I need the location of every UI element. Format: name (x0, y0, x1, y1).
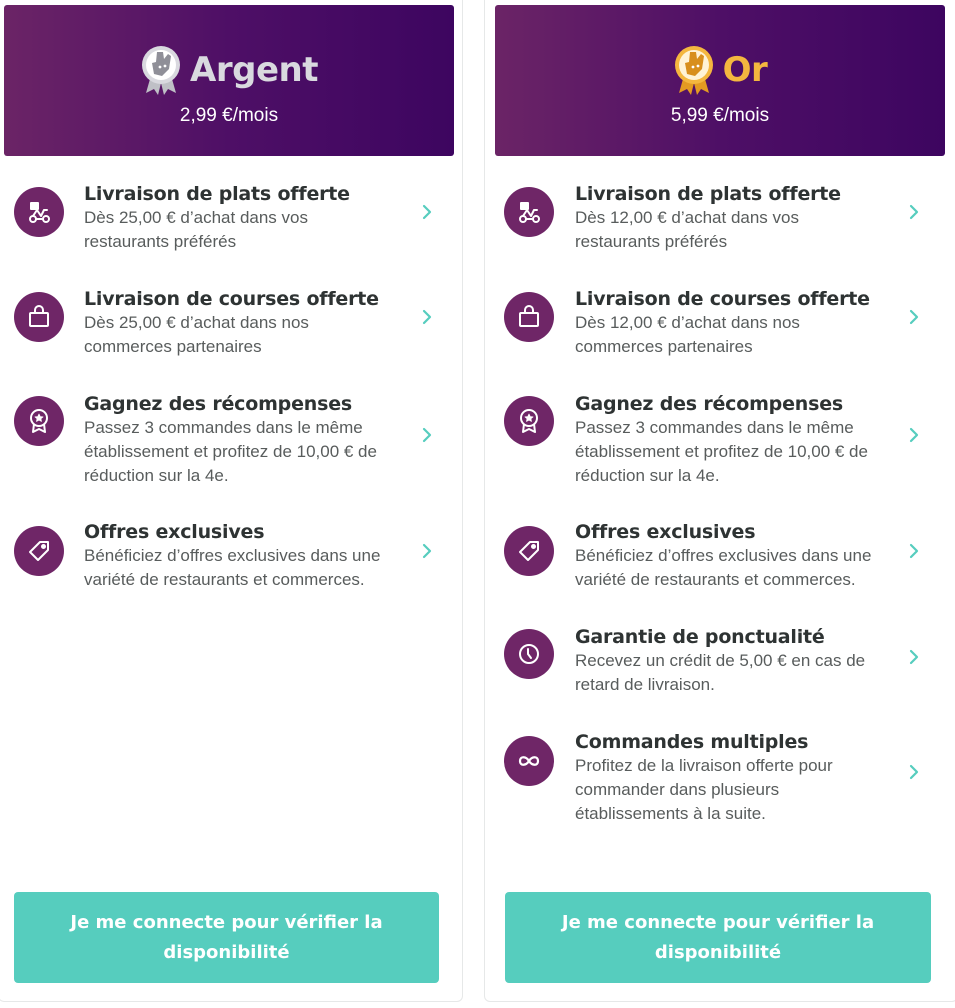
feature-text: Commandes multiples Profitez de la livrai… (575, 730, 905, 826)
deliveroo-gold-badge-icon (674, 45, 713, 95)
shopping-bag-icon (14, 292, 64, 342)
feature-text: Gagnez des récompenses Passez 3 commandes… (575, 392, 905, 488)
plan-price: 2,99 €/mois (179, 104, 279, 126)
feature-title: Livraison de plats offerte (84, 183, 350, 205)
feature-row[interactable]: Offres exclusives Bénéficiez d’offres exc… (0, 514, 462, 614)
chevron-right-icon[interactable] (420, 542, 434, 560)
feature-text: Livraison de courses offerte Dès 12,00 € … (575, 287, 905, 359)
feature-text: Livraison de plats offerte Dès 25,00 € d’… (84, 182, 414, 254)
feature-description-line: restaurants préférés (84, 232, 237, 251)
feature-row[interactable]: Garantie de ponctualité Recevez un crédit… (485, 619, 955, 719)
feature-description-line: établissement et profitez de 10,00 € de (84, 442, 377, 461)
plan-card-argent: Argent 2,99 €/mois Livraison de plats of… (0, 0, 463, 1002)
feature-description-line: Dès 12,00 € d’achat dans vos (575, 208, 799, 227)
feature-description-line: commander dans plusieurs (575, 780, 780, 799)
plan-card-or: Or 5,99 €/mois Livraison de plats offert… (484, 0, 955, 1002)
plan-name: Or (722, 49, 768, 90)
plan-name: Argent (190, 49, 318, 90)
chevron-right-icon[interactable] (420, 426, 434, 444)
feature-description-line: Profitez de la livraison offerte pour (575, 756, 833, 775)
feature-description-line: établissement et profitez de 10,00 € de (575, 442, 868, 461)
feature-description-line: commerces partenaires (575, 337, 753, 356)
feature-title: Garantie de ponctualité (575, 626, 825, 648)
tag-icon (14, 526, 64, 576)
feature-title: Commandes multiples (575, 731, 809, 753)
shopping-bag-icon (504, 292, 554, 342)
deliveroo-silver-badge-icon (142, 45, 181, 95)
scooter-icon (14, 187, 64, 237)
feature-title: Gagnez des récompenses (575, 393, 844, 415)
infinity-icon (504, 736, 554, 786)
feature-title: Livraison de courses offerte (575, 288, 870, 310)
feature-description-line: Dès 25,00 € d’achat dans vos (84, 208, 308, 227)
chevron-right-icon[interactable] (420, 308, 434, 326)
feature-row[interactable]: Gagnez des récompenses Passez 3 commandes… (0, 386, 462, 486)
login-check-availability-button[interactable]: Je me connecte pour vérifier la disponib… (14, 892, 439, 983)
feature-title: Offres exclusives (84, 521, 265, 543)
feature-title: Offres exclusives (575, 521, 756, 543)
feature-description-line: Dès 25,00 € d’achat dans nos (84, 313, 309, 332)
feature-description-line: Dès 12,00 € d’achat dans nos (575, 313, 800, 332)
feature-description-line: Passez 3 commandes dans le même (84, 418, 363, 437)
reward-badge-icon (504, 396, 554, 446)
feature-description-line: restaurants préférés (575, 232, 728, 251)
feature-description-line: Recevez un crédit de 5,00 € en cas de (575, 651, 866, 670)
feature-description-line: réduction sur la 4e. (84, 466, 229, 485)
feature-row[interactable]: Livraison de courses offerte Dès 12,00 € … (485, 281, 955, 381)
chevron-right-icon[interactable] (907, 308, 921, 326)
chevron-right-icon[interactable] (907, 203, 921, 221)
plan-header: Or 5,99 €/mois (495, 5, 945, 156)
feature-text: Gagnez des récompenses Passez 3 commandes… (84, 392, 414, 488)
plan-price: 5,99 €/mois (670, 104, 770, 126)
clock-icon (504, 629, 554, 679)
feature-row[interactable]: Offres exclusives Bénéficiez d’offres exc… (485, 514, 955, 614)
feature-text: Livraison de plats offerte Dès 12,00 € d’… (575, 182, 905, 254)
scooter-icon (504, 187, 554, 237)
feature-description-line: variété de restaurants et commerces. (575, 570, 856, 589)
feature-row[interactable]: Gagnez des récompenses Passez 3 commandes… (485, 386, 955, 486)
login-check-availability-button[interactable]: Je me connecte pour vérifier la disponib… (505, 892, 931, 983)
feature-description-line: établissements à la suite. (575, 804, 766, 823)
feature-description-line: Bénéficiez d’offres exclusives dans une (84, 546, 381, 565)
feature-row[interactable]: Livraison de plats offerte Dès 25,00 € d’… (0, 176, 462, 276)
feature-text: Offres exclusives Bénéficiez d’offres exc… (575, 520, 905, 592)
chevron-right-icon[interactable] (907, 763, 921, 781)
feature-title: Livraison de courses offerte (84, 288, 379, 310)
feature-text: Livraison de courses offerte Dès 25,00 € … (84, 287, 414, 359)
feature-description-line: Passez 3 commandes dans le même (575, 418, 854, 437)
feature-description-line: commerces partenaires (84, 337, 262, 356)
feature-title: Livraison de plats offerte (575, 183, 841, 205)
chevron-right-icon[interactable] (420, 203, 434, 221)
feature-description-line: variété de restaurants et commerces. (84, 570, 365, 589)
feature-row[interactable]: Commandes multiples Profitez de la livrai… (485, 724, 955, 824)
feature-text: Offres exclusives Bénéficiez d’offres exc… (84, 520, 414, 592)
feature-description-line: réduction sur la 4e. (575, 466, 720, 485)
chevron-right-icon[interactable] (907, 648, 921, 666)
feature-title: Gagnez des récompenses (84, 393, 353, 415)
chevron-right-icon[interactable] (907, 542, 921, 560)
feature-row[interactable]: Livraison de plats offerte Dès 12,00 € d’… (485, 176, 955, 276)
plan-header: Argent 2,99 €/mois (4, 5, 454, 156)
feature-row[interactable]: Livraison de courses offerte Dès 25,00 € … (0, 281, 462, 381)
feature-description-line: retard de livraison. (575, 675, 715, 694)
tag-icon (504, 526, 554, 576)
chevron-right-icon[interactable] (907, 426, 921, 444)
feature-text: Garantie de ponctualité Recevez un crédit… (575, 625, 905, 697)
feature-description-line: Bénéficiez d’offres exclusives dans une (575, 546, 872, 565)
reward-badge-icon (14, 396, 64, 446)
